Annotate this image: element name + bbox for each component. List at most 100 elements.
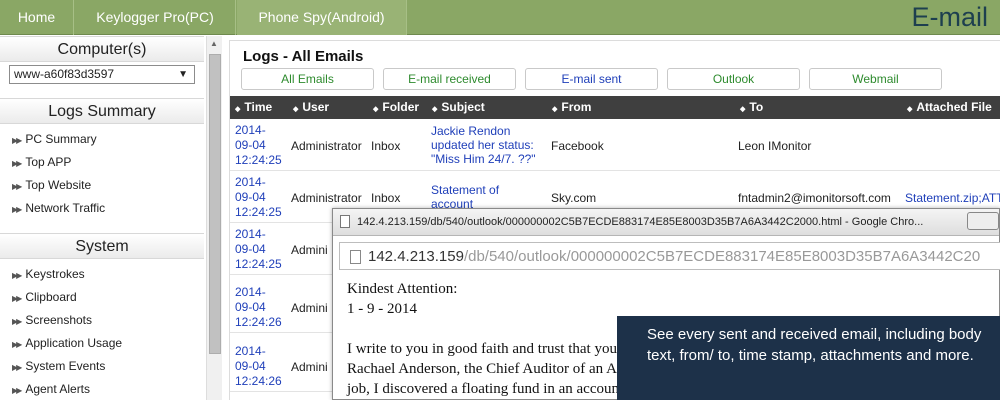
sidebar-item-label: Screenshots [25, 313, 93, 327]
sidebar-item-label: Agent Alerts [25, 382, 91, 396]
sidebar-item-label: Network Traffic [25, 201, 106, 215]
popup-title-bar[interactable]: 142.4.213.159/db/540/outlook/000000002C5… [333, 209, 999, 236]
email-body-line: Kindest Attention: [347, 281, 458, 297]
nav-tab-phone-spy[interactable]: Phone Spy(Android) [237, 0, 407, 35]
popup-address-bar[interactable]: 142.4.213.159/db/540/outlook/000000002C5… [339, 242, 1000, 270]
feature-description-caption: See every sent and received email, inclu… [617, 316, 1000, 400]
column-header-subject[interactable]: ◆ Subject [432, 96, 485, 121]
nav-tab-keylogger-pro[interactable]: Keylogger Pro(PC) [75, 0, 236, 35]
filter-label: Webmail [852, 72, 899, 86]
email-body-line [347, 319, 623, 339]
table-row[interactable]: 2014- 09-04 12:24:25 Administrator Inbox J… [230, 120, 1000, 171]
sort-icon: ◆ [907, 106, 913, 113]
logs-summary-section: Logs Summary ▶▶ PC Summary ▶▶ Top APP ▶▶ To… [0, 98, 204, 220]
column-label: User [302, 100, 330, 114]
sidebar-item-label: Keystrokes [25, 267, 85, 281]
scroll-up-arrow-icon[interactable]: ▲ [210, 39, 218, 48]
top-navigation: Home Keylogger Pro(PC) Phone Spy(Android… [0, 0, 1000, 35]
column-label: To [749, 100, 764, 114]
sort-icon: ◆ [432, 106, 438, 113]
nav-tab-home[interactable]: Home [0, 0, 74, 35]
column-header-from[interactable]: ◆ From [552, 96, 591, 121]
column-label: From [561, 100, 592, 114]
filter-outlook[interactable]: Outlook [667, 68, 800, 90]
computer-select[interactable]: www-a60f83d3597 ▼ [9, 65, 195, 84]
scrollbar-thumb[interactable] [209, 54, 221, 354]
column-label: Attached File [916, 100, 992, 114]
filter-webmail[interactable]: Webmail [809, 68, 942, 90]
email-body-line: job, I discovered a floating fund in an … [347, 381, 624, 397]
filter-all-emails[interactable]: All Emails [241, 68, 374, 90]
page-title: E-mail [911, 2, 988, 32]
sidebar-item-system-events[interactable]: ▶▶ System Events [0, 355, 204, 378]
double-arrow-icon: ▶▶ [12, 386, 22, 395]
sidebar-item-screenshots[interactable]: ▶▶ Screenshots [0, 309, 204, 332]
sidebar-item-label: Top APP [25, 155, 72, 169]
column-header-user[interactable]: ◆ User [293, 96, 329, 121]
filter-email-sent[interactable]: E-mail sent [525, 68, 658, 90]
cell-to: fntadmin2@imonitorsoft.com [738, 191, 891, 205]
cell-time[interactable]: 2014- 09-04 12:24:25 [235, 227, 293, 272]
cell-time[interactable]: 2014- 09-04 12:24:25 [235, 175, 293, 220]
sidebar-item-top-website[interactable]: ▶▶ Top Website [0, 174, 204, 197]
filter-label: E-mail received [408, 72, 491, 86]
email-body-line: I write to you in good faith and trust t… [347, 341, 617, 357]
filter-label: Outlook [712, 72, 755, 86]
filter-email-received[interactable]: E-mail received [383, 68, 516, 90]
sort-icon: ◆ [235, 106, 241, 113]
sidebar-item-top-app[interactable]: ▶▶ Top APP [0, 151, 204, 174]
sidebar-item-label: Clipboard [25, 290, 77, 304]
cell-subject[interactable]: Jackie Rendon updated her status: "Miss Hi… [431, 124, 536, 166]
email-body: Kindest Attention: 1 - 9 - 2014 I write … [347, 279, 623, 399]
double-arrow-icon: ▶▶ [12, 294, 22, 303]
cell-folder: Inbox [371, 191, 401, 205]
double-arrow-icon: ▶▶ [12, 317, 22, 326]
column-label: Time [244, 100, 273, 114]
cell-time[interactable]: 2014- 09-04 12:24:26 [235, 285, 293, 330]
column-header-to[interactable]: ◆ To [740, 96, 763, 121]
sort-icon: ◆ [373, 106, 379, 113]
cell-time[interactable]: 2014- 09-04 12:24:26 [235, 344, 293, 389]
sidebar-item-application-usage[interactable]: ▶▶ Application Usage [0, 332, 204, 355]
minimize-button[interactable] [967, 212, 999, 230]
double-arrow-icon: ▶▶ [12, 182, 22, 191]
sidebar-item-keystrokes[interactable]: ▶▶ Keystrokes [0, 263, 204, 286]
email-body-line: 1 - 9 - 2014 [347, 301, 417, 317]
logs-summary-title: Logs Summary [0, 98, 204, 124]
cell-user: Admini [291, 360, 328, 374]
sidebar-item-network-traffic[interactable]: ▶▶ Network Traffic [0, 197, 204, 220]
computer-select-value: www-a60f83d3597 [14, 67, 115, 81]
email-body-line: Rachael Anderson, the Chief Auditor of a… [347, 361, 617, 377]
table-header: ◆ Time ◆ User ◆ Folder ◆ Subject ◆ From ◆ To ◆… [230, 96, 1000, 119]
sidebar-item-agent-alerts[interactable]: ▶▶ Agent Alerts [0, 378, 204, 400]
column-header-attached-file[interactable]: ◆ Attached File [907, 96, 992, 121]
double-arrow-icon: ▶▶ [12, 363, 22, 372]
cell-user: Admini [291, 301, 328, 315]
page-icon [350, 250, 361, 264]
sort-icon: ◆ [552, 106, 558, 113]
sidebar: Computer(s) www-a60f83d3597 ▼ Logs Summa… [0, 36, 204, 400]
cell-user: Administrator [291, 191, 362, 205]
sidebar-item-clipboard[interactable]: ▶▶ Clipboard [0, 286, 204, 309]
popup-window-title: 142.4.213.159/db/540/outlook/000000002C5… [357, 216, 924, 228]
cell-subject[interactable]: Statement of account [431, 183, 499, 211]
sort-icon: ◆ [740, 106, 746, 113]
column-header-time[interactable]: ◆ Time [235, 96, 272, 121]
sidebar-item-label: System Events [25, 359, 106, 373]
cell-folder: Inbox [371, 139, 401, 153]
system-title: System [0, 233, 204, 259]
cell-attached-file[interactable]: Statement.zip;ATT [905, 191, 1000, 205]
cell-user: Administrator [291, 139, 362, 153]
sidebar-item-label: Top Website [25, 178, 92, 192]
sidebar-item-pc-summary[interactable]: ▶▶ PC Summary [0, 128, 204, 151]
column-label: Subject [441, 100, 485, 114]
double-arrow-icon: ▶▶ [12, 205, 22, 214]
filter-label: All Emails [281, 72, 334, 86]
cell-from: Sky.com [551, 191, 597, 205]
cell-time[interactable]: 2014- 09-04 12:24:25 [235, 123, 293, 168]
sidebar-item-label: Application Usage [25, 336, 123, 350]
computers-panel-title: Computer(s) [0, 36, 204, 62]
column-header-folder[interactable]: ◆ Folder [373, 96, 419, 121]
sidebar-scrollbar[interactable]: ▲ [206, 36, 222, 400]
filter-label: E-mail sent [561, 72, 622, 86]
